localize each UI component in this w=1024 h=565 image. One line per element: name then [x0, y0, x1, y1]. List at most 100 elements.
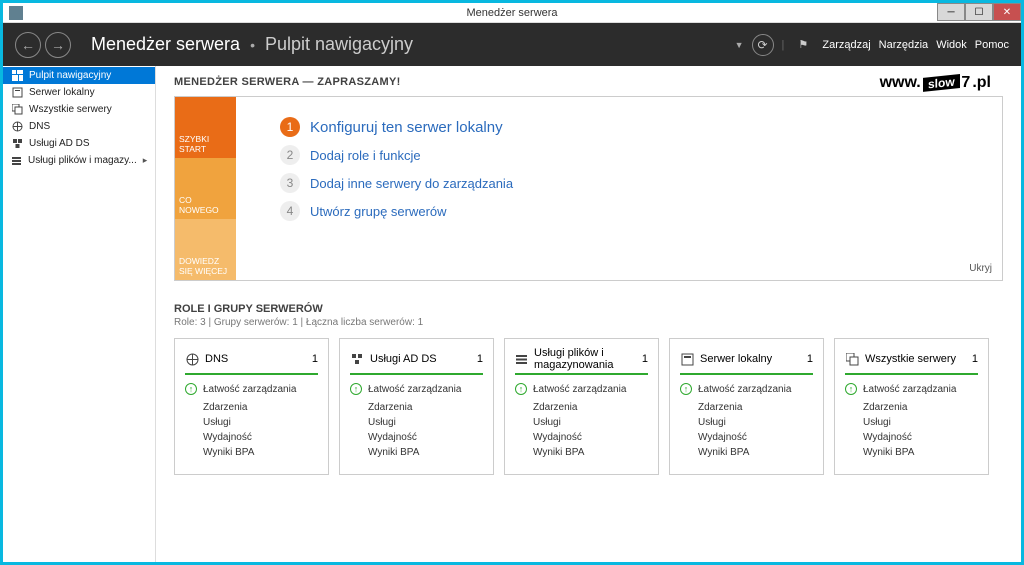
step-link[interactable]: Dodaj role i funkcje — [310, 148, 421, 163]
row-services[interactable]: Usługi — [845, 415, 978, 430]
breadcrumb: Menedżer serwera • Pulpit nawigacyjny — [91, 34, 413, 55]
row-performance[interactable]: Wydajność — [515, 430, 648, 445]
status-up-icon: ↑ — [185, 383, 197, 395]
tile-whatsnew[interactable]: CO NOWEGO — [175, 158, 236, 219]
watermark-pre: www. — [880, 74, 921, 92]
card-title: Wszystkie serwery — [865, 353, 956, 365]
adds-icon — [350, 352, 364, 366]
card-dns[interactable]: DNS 1 ↑Łatwość zarządzania Zdarzenia Usł… — [174, 338, 329, 475]
status-up-icon: ↑ — [680, 383, 692, 395]
sidebar-item-storage[interactable]: Usługi plików i magazy... ▸ — [3, 152, 155, 169]
role-cards: DNS 1 ↑Łatwość zarządzania Zdarzenia Usł… — [174, 338, 1003, 475]
tile-quickstart[interactable]: SZYBKI START — [175, 97, 236, 158]
step-number: 1 — [280, 117, 300, 137]
row-bpa[interactable]: Wyniki BPA — [350, 445, 483, 460]
row-events[interactable]: Zdarzenia — [350, 400, 483, 415]
notifications-button[interactable]: ⚑ — [792, 34, 814, 56]
body: Pulpit nawigacyjny Serwer lokalny Wszyst… — [3, 66, 1021, 562]
step-link[interactable]: Konfiguruj ten serwer lokalny — [310, 119, 503, 136]
row-events[interactable]: Zdarzenia — [845, 400, 978, 415]
row-label: Wyniki BPA — [863, 447, 914, 458]
menu-view[interactable]: Widok — [936, 39, 967, 51]
row-performance[interactable]: Wydajność — [350, 430, 483, 445]
maximize-button[interactable]: ☐ — [965, 3, 993, 21]
card-storage[interactable]: Usługi plików i magazynowania 1 ↑Łatwość… — [504, 338, 659, 475]
row-events[interactable]: Zdarzenia — [680, 400, 813, 415]
server-icon — [11, 87, 23, 99]
row-manageability[interactable]: ↑ Łatwość zarządzania — [845, 381, 978, 397]
watermark: www. slow 7 .pl — [880, 74, 991, 92]
close-button[interactable]: ✕ — [993, 3, 1021, 21]
row-manageability[interactable]: ↑Łatwość zarządzania — [680, 381, 813, 397]
row-bpa[interactable]: Wyniki BPA — [680, 445, 813, 460]
row-events[interactable]: Zdarzenia — [515, 400, 648, 415]
row-bpa[interactable]: Wyniki BPA — [185, 445, 318, 460]
sidebar-item-dns[interactable]: DNS — [3, 118, 155, 135]
card-all-servers[interactable]: Wszystkie serwery 1 ↑Łatwość zarządzania… — [834, 338, 989, 475]
row-manageability[interactable]: ↑Łatwość zarządzania — [350, 381, 483, 397]
menu-help[interactable]: Pomoc — [975, 39, 1009, 51]
tile-label: SZYBKI START — [179, 134, 232, 154]
breadcrumb-separator-icon: • — [250, 37, 255, 53]
watermark-badge: slow — [923, 74, 960, 92]
row-manageability[interactable]: ↑Łatwość zarządzania — [185, 381, 318, 397]
sidebar-item-label: Serwer lokalny — [29, 87, 95, 98]
card-count: 1 — [477, 353, 483, 365]
row-services[interactable]: Usługi — [515, 415, 648, 430]
sidebar-item-local-server[interactable]: Serwer lokalny — [3, 84, 155, 101]
tile-learnmore[interactable]: DOWIEDZ SIĘ WIĘCEJ — [175, 219, 236, 280]
breadcrumb-root[interactable]: Menedżer serwera — [91, 34, 240, 55]
row-label: Wyniki BPA — [368, 447, 419, 458]
card-adds[interactable]: Usługi AD DS 1 ↑Łatwość zarządzania Zdar… — [339, 338, 494, 475]
row-services[interactable]: Usługi — [185, 415, 318, 430]
window-controls: ─ ☐ ✕ — [937, 3, 1021, 21]
sidebar-item-dashboard[interactable]: Pulpit nawigacyjny — [3, 67, 155, 84]
step-number: 4 — [280, 201, 300, 221]
minimize-button[interactable]: ─ — [937, 3, 965, 21]
sidebar-item-all-servers[interactable]: Wszystkie serwery — [3, 101, 155, 118]
row-bpa[interactable]: Wyniki BPA — [515, 445, 648, 460]
tile-label: DOWIEDZ SIĘ WIĘCEJ — [179, 256, 232, 276]
sidebar-item-adds[interactable]: Usługi AD DS — [3, 135, 155, 152]
servers-icon — [11, 104, 23, 116]
menu-tools[interactable]: Narzędzia — [879, 39, 929, 51]
row-label: Wydajność — [698, 432, 747, 443]
row-performance[interactable]: Wydajność — [845, 430, 978, 445]
row-events[interactable]: Zdarzenia — [185, 400, 318, 415]
card-local-server[interactable]: Serwer lokalny 1 ↑Łatwość zarządzania Zd… — [669, 338, 824, 475]
row-label: Wydajność — [863, 432, 912, 443]
step-link[interactable]: Dodaj inne serwery do zarządzania — [310, 176, 513, 191]
step-number: 2 — [280, 145, 300, 165]
row-manageability[interactable]: ↑Łatwość zarządzania — [515, 381, 648, 397]
forward-button[interactable]: → — [45, 32, 71, 58]
flag-icon: ⚑ — [798, 38, 808, 51]
status-line — [185, 373, 318, 375]
card-header: Usługi plików i magazynowania 1 — [515, 347, 648, 371]
row-label: Łatwość zarządzania — [863, 384, 956, 395]
roles-heading: ROLE I GRUPY SERWERÓW — [174, 303, 1003, 315]
row-performance[interactable]: Wydajność — [680, 430, 813, 445]
dropdown-caret-icon[interactable]: ▼ — [735, 40, 744, 50]
main-content: www. slow 7 .pl MENEDŻER SERWERA — ZAPRA… — [156, 66, 1021, 562]
hide-link[interactable]: Ukryj — [969, 263, 992, 274]
sidebar-item-label: Wszystkie serwery — [29, 104, 112, 115]
refresh-button[interactable]: ⟳ — [752, 34, 774, 56]
row-performance[interactable]: Wydajność — [185, 430, 318, 445]
breadcrumb-current: Pulpit nawigacyjny — [265, 34, 413, 55]
row-bpa[interactable]: Wyniki BPA — [845, 445, 978, 460]
window-title: Menedżer serwera — [3, 7, 1021, 19]
row-services[interactable]: Usługi — [350, 415, 483, 430]
welcome-tiles: SZYBKI START CO NOWEGO DOWIEDZ SIĘ WIĘCE… — [175, 97, 236, 280]
refresh-icon: ⟳ — [757, 38, 767, 52]
sidebar-item-label: Pulpit nawigacyjny — [29, 70, 111, 81]
status-up-icon: ↑ — [845, 383, 857, 395]
step-link[interactable]: Utwórz grupę serwerów — [310, 204, 447, 219]
row-services[interactable]: Usługi — [680, 415, 813, 430]
tile-label: CO NOWEGO — [179, 195, 232, 215]
back-button[interactable]: ← — [15, 32, 41, 58]
menu-manage[interactable]: Zarządzaj — [822, 39, 870, 51]
app-window: Menedżer serwera ─ ☐ ✕ ← → Menedżer serw… — [3, 3, 1021, 562]
row-label: Zdarzenia — [863, 402, 907, 413]
roles-subheading: Role: 3 | Grupy serwerów: 1 | Łączna lic… — [174, 317, 1003, 328]
dns-icon — [185, 352, 199, 366]
